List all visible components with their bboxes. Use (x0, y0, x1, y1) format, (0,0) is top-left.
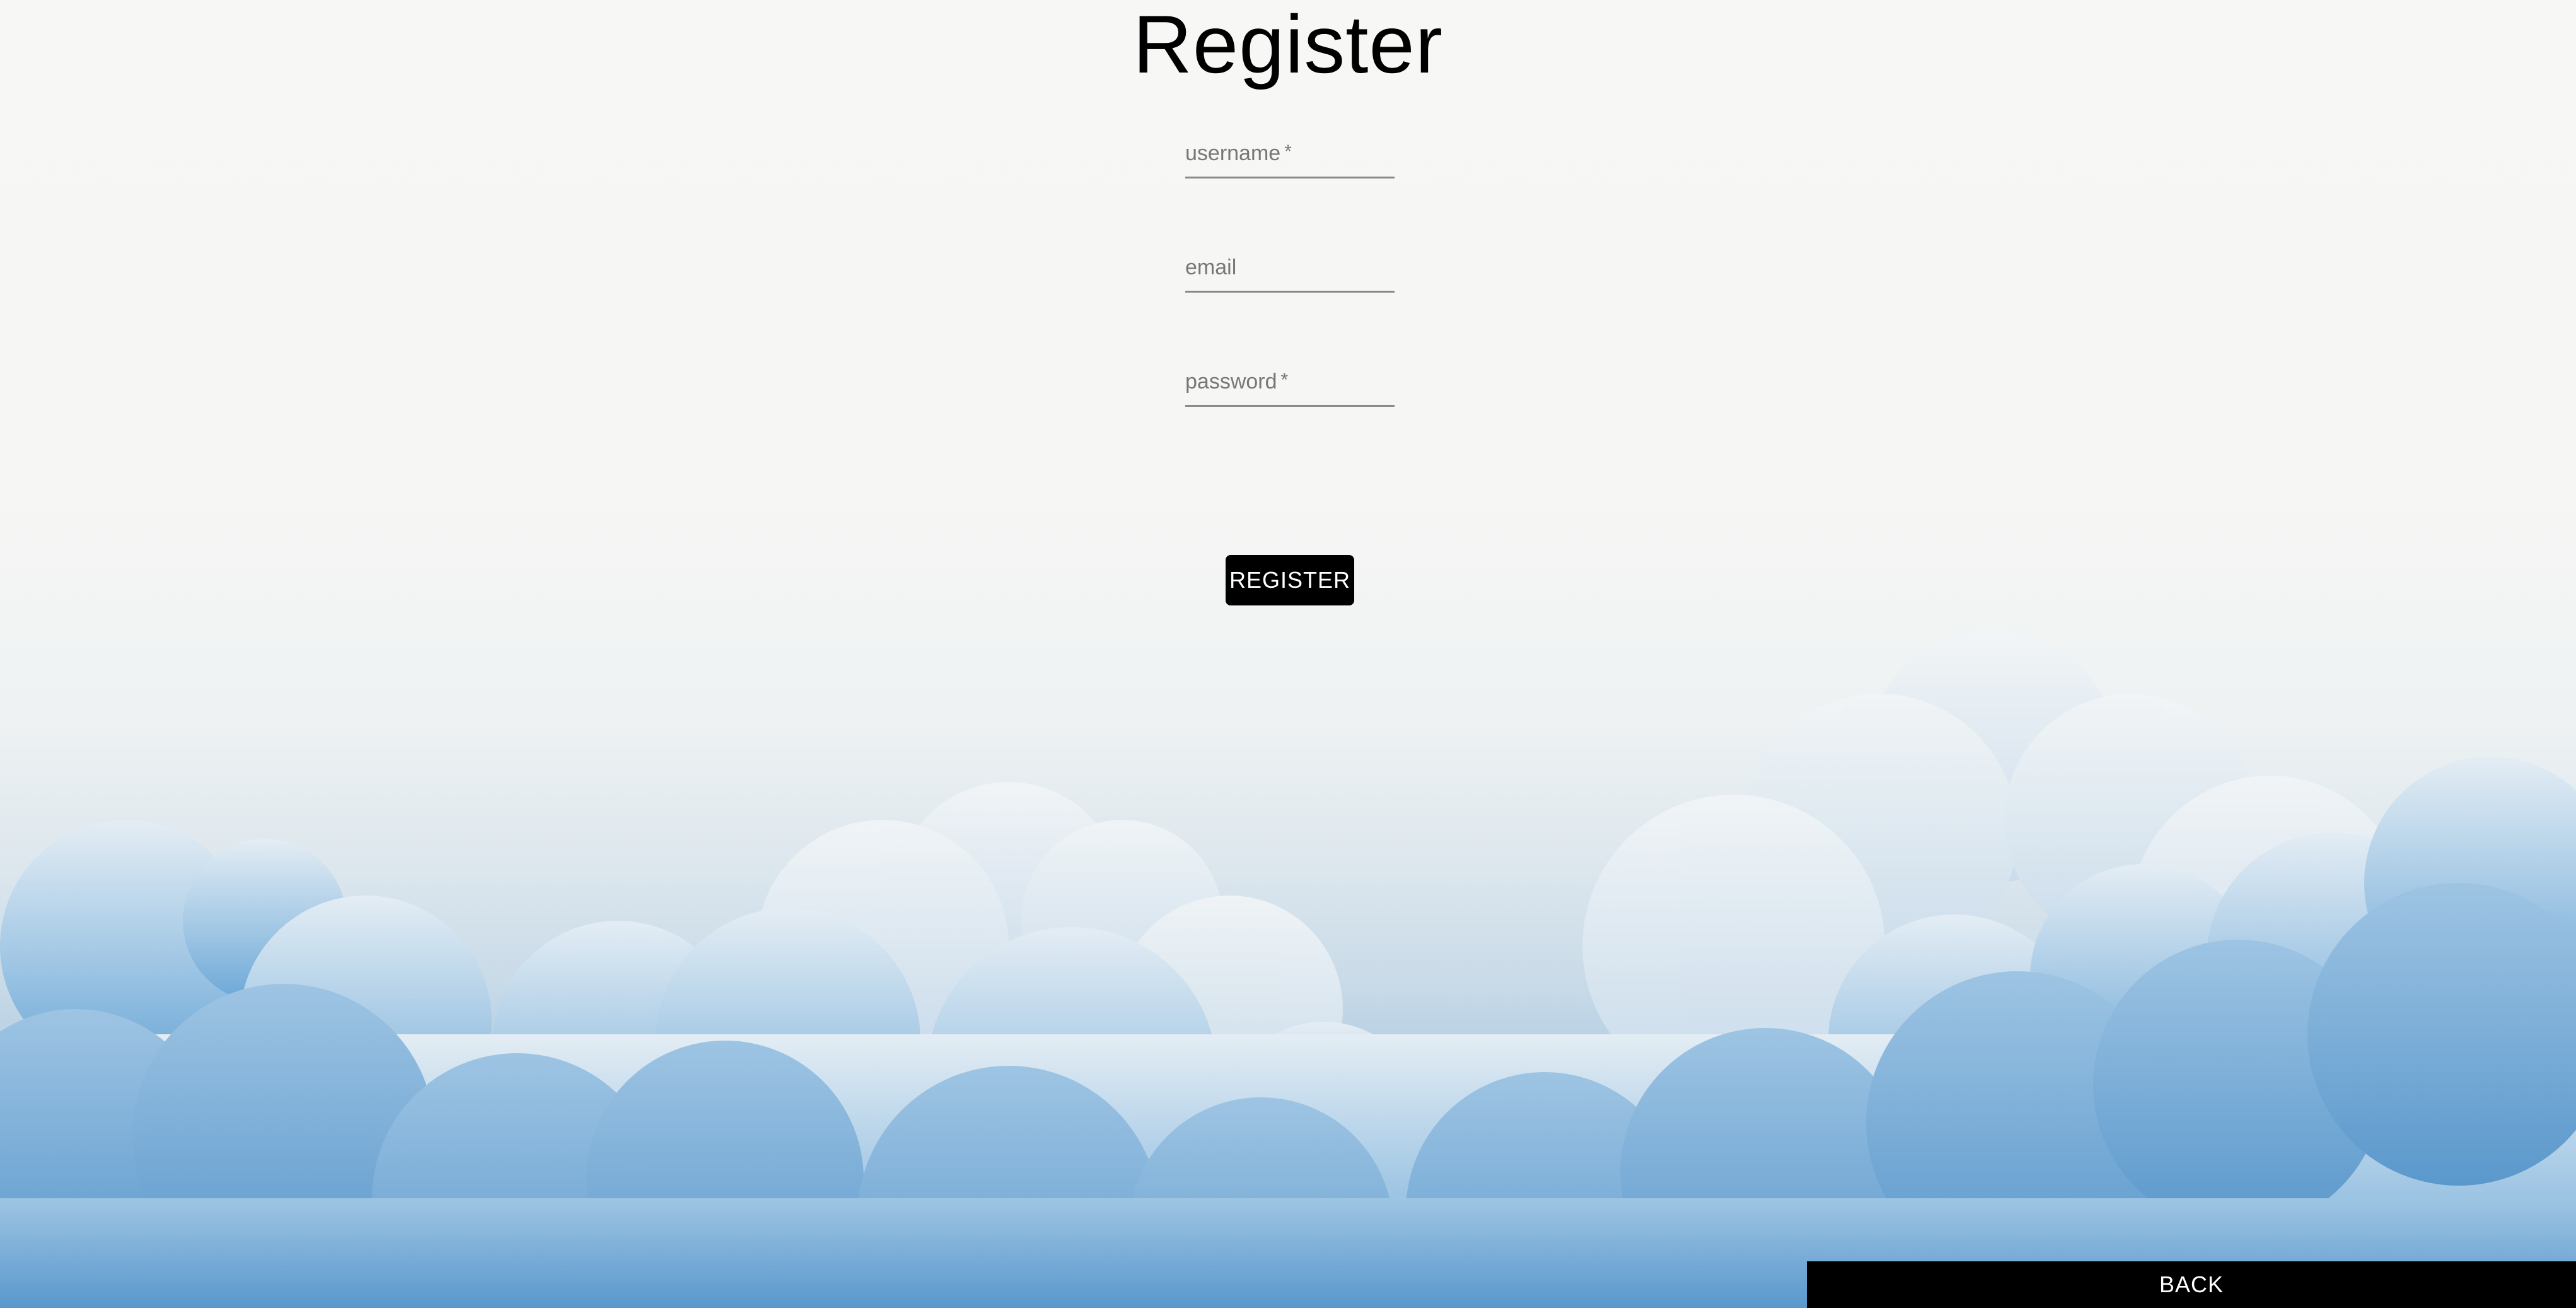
username-input[interactable] (1185, 132, 1397, 178)
username-field[interactable]: username * (1185, 132, 1397, 178)
password-input[interactable] (1185, 361, 1397, 406)
email-field[interactable]: email (1185, 247, 1397, 293)
register-button[interactable]: REGISTER (1226, 555, 1354, 605)
page-title: Register (1132, 0, 1444, 90)
password-field[interactable]: password * (1185, 361, 1397, 407)
email-input[interactable] (1185, 247, 1397, 292)
back-button[interactable]: BACK (1807, 1261, 2576, 1308)
register-form: username * email password * (1185, 132, 1397, 475)
